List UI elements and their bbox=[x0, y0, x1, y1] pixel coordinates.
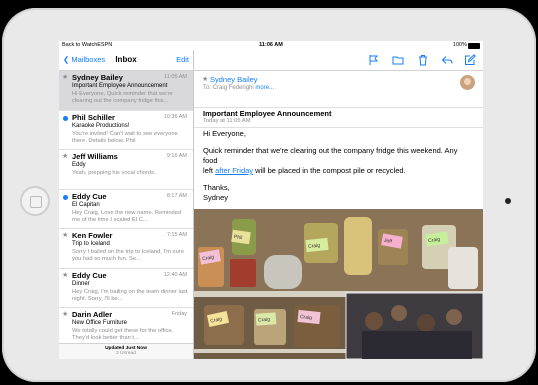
message-time: Friday bbox=[171, 311, 187, 317]
unread-count: 2 Unread bbox=[116, 351, 136, 356]
unread-dot-icon bbox=[63, 115, 68, 121]
star-icon: ★ bbox=[62, 153, 69, 160]
star-icon: ★ bbox=[62, 311, 69, 318]
message-sender: Ken Fowler bbox=[72, 231, 113, 240]
message-preview: We totally could get these for the offic… bbox=[72, 328, 174, 342]
star-icon: ★ bbox=[202, 76, 209, 83]
flag-icon[interactable] bbox=[367, 54, 379, 66]
message-sender: Jeff Williams bbox=[72, 152, 118, 161]
message-preview: Yeah, prepping his vocal chords. bbox=[72, 170, 156, 176]
message-preview: Hi Everyone, Quick reminder that we're c… bbox=[72, 91, 173, 105]
mail-date: Today at 11:05 AM bbox=[203, 118, 251, 124]
reply-icon[interactable] bbox=[441, 54, 453, 66]
message-time: 11:05 AM bbox=[164, 74, 187, 80]
inbox-title: Inbox bbox=[115, 55, 137, 64]
mail-header: ★ Sydney Bailey To: Craig Federighi more… bbox=[194, 71, 483, 108]
message-sender: Sydney Bailey bbox=[72, 73, 123, 82]
star-icon: ★ bbox=[62, 271, 69, 279]
message-sender: Phil Schiller bbox=[72, 112, 115, 122]
fridge-photo: Craig Phil Craig Jeff Craig Craig Craig … bbox=[194, 209, 483, 359]
message-subject: Karaoke Productions! bbox=[72, 122, 130, 129]
mail-line-2-suffix: will be placed in the compost pile or re… bbox=[255, 166, 406, 175]
message-row-3[interactable]: Eddy Cue 8:17 AM El Capitan Hey Craig, L… bbox=[59, 190, 193, 229]
mail-line-2-prefix: left bbox=[203, 166, 214, 175]
message-preview: You're invited! Can't wait to see everyo… bbox=[72, 130, 178, 144]
mail-to[interactable]: Craig Federighi bbox=[213, 85, 254, 91]
after-friday-link[interactable]: after Friday bbox=[215, 166, 253, 175]
star-icon: ★ bbox=[62, 74, 69, 81]
avatar bbox=[460, 75, 475, 90]
folder-icon[interactable] bbox=[392, 54, 404, 66]
status-time: 11:06 AM bbox=[259, 42, 283, 48]
message-row-6[interactable]: ★ Darin Adler Friday New Office Furnitur… bbox=[59, 308, 193, 348]
message-row-5[interactable]: ★ Eddy Cue 12:40 AM Dinner Hey Craig, I'… bbox=[59, 269, 193, 308]
mail-line-1: Quick reminder that we're clearing out t… bbox=[203, 146, 458, 165]
detail-toolbar bbox=[194, 50, 483, 71]
to-prefix: To: bbox=[203, 85, 212, 91]
star-icon: ★ bbox=[62, 232, 69, 239]
message-preview: Hey Craig, Love the new name. Reminded m… bbox=[72, 209, 182, 223]
home-button[interactable] bbox=[20, 186, 50, 216]
photo-note: Craig bbox=[300, 314, 313, 321]
photo-note: Craig bbox=[308, 243, 321, 250]
screen: Back to WatchESPN 11:06 AM 100% ❮ Mailbo… bbox=[59, 41, 483, 359]
ipad-frame: Back to WatchESPN 11:06 AM 100% ❮ Mailbo… bbox=[2, 8, 536, 382]
more-recipients-link[interactable]: more... bbox=[255, 85, 274, 91]
mail-paragraph: Quick reminder that we're clearing out t… bbox=[203, 146, 473, 176]
message-row-2[interactable]: ★ Jeff Williams 9:16 AM Eddy Yeah, prepp… bbox=[59, 150, 193, 190]
message-preview: Hey Craig, I'm bailing on the team dinne… bbox=[72, 288, 188, 302]
message-detail-pane: ★ Sydney Bailey To: Craig Federighi more… bbox=[194, 50, 483, 359]
subject-row: Important Employee Announcement Today at… bbox=[194, 108, 483, 128]
message-time: 9:16 AM bbox=[166, 153, 187, 159]
mail-signature: Sydney bbox=[203, 193, 229, 202]
photo-note: Craig bbox=[258, 317, 271, 324]
mail-subject: Important Employee Announcement bbox=[203, 109, 332, 118]
message-time: 10:36 AM bbox=[163, 113, 187, 120]
mail-to-line: To: Craig Federighi more... bbox=[203, 85, 274, 91]
list-footer: Updated Just Now 2 Unread bbox=[59, 343, 193, 359]
trash-icon[interactable] bbox=[417, 54, 429, 66]
message-subject: Trip to Iceland bbox=[72, 241, 110, 247]
message-time: 12:40 AM bbox=[163, 271, 187, 278]
mail-from[interactable]: Sydney Bailey bbox=[210, 75, 258, 84]
edit-button[interactable]: Edit bbox=[176, 55, 189, 64]
battery-icon bbox=[468, 43, 480, 49]
message-sender: Darin Adler bbox=[72, 310, 113, 319]
mail-signoff: Thanks, Sydney bbox=[203, 183, 473, 203]
message-sender: Eddy Cue bbox=[72, 191, 107, 201]
message-time: 7:15 AM bbox=[166, 232, 187, 238]
mail-greeting: Hi Everyone, bbox=[203, 129, 246, 138]
message-subject: Important Employee Announcement bbox=[72, 83, 168, 89]
photo-note: Phil bbox=[234, 234, 243, 241]
message-list-pane: ❮ Mailboxes Inbox Edit ★ Sydney Bailey 1… bbox=[59, 50, 194, 359]
mail-body: Hi Everyone, Quick reminder that we're c… bbox=[203, 129, 473, 210]
status-bar: Back to WatchESPN 11:06 AM 100% bbox=[59, 41, 483, 50]
mail-thanks: Thanks, bbox=[203, 183, 230, 192]
message-row-0[interactable]: ★ Sydney Bailey 11:05 AM Important Emplo… bbox=[59, 71, 193, 111]
message-subject: El Capitan bbox=[72, 201, 100, 208]
message-subject: Dinner bbox=[72, 280, 90, 287]
message-subject: New Office Furniture bbox=[72, 320, 127, 326]
message-preview: Sorry I bailed on the trip to Iceland, I… bbox=[72, 249, 184, 263]
message-row-1[interactable]: Phil Schiller 10:36 AM Karaoke Productio… bbox=[59, 111, 193, 150]
message-time: 8:17 AM bbox=[166, 192, 187, 199]
unread-dot-icon bbox=[63, 194, 68, 200]
message-subject: Eddy bbox=[72, 162, 86, 168]
list-nav-bar: ❮ Mailboxes Inbox Edit bbox=[59, 50, 193, 71]
message-row-4[interactable]: ★ Ken Fowler 7:15 AM Trip to Iceland Sor… bbox=[59, 229, 193, 269]
compose-icon[interactable] bbox=[464, 54, 476, 66]
fridge-photo-attachment[interactable]: Craig Phil Craig Jeff Craig Craig Craig … bbox=[194, 209, 483, 359]
camera bbox=[505, 198, 511, 204]
message-sender: Eddy Cue bbox=[72, 270, 107, 280]
battery-percent: 100% bbox=[452, 42, 467, 48]
